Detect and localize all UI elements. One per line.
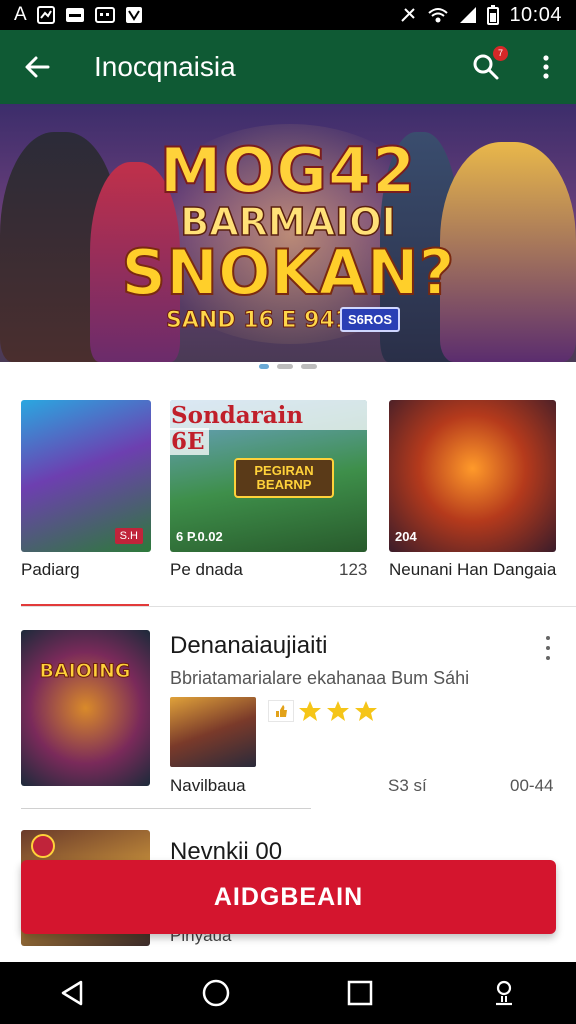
list-item-thumbnail[interactable]: BAIOING [21,630,150,786]
game-tile-label: Padiarg [21,560,80,579]
vibrate-icon [399,6,417,24]
list-item-size: S3 sí [388,776,427,795]
game-tile[interactable]: Sondarain 6E PEGIRAN BEARNP 6 P.0.02 [170,400,367,552]
tile-badge: S.H [114,528,143,544]
signal-icon [459,6,477,24]
overflow-menu-button[interactable] [516,30,576,104]
more-vert-icon [543,55,549,79]
search-button[interactable]: 7 [456,30,516,104]
hero-banner[interactable]: MOG42 BARMAIOI SNOKAN? SAND 16 E 9419 S6… [0,104,576,362]
game-tile-image: 204 [389,400,556,552]
star-icon [354,700,378,727]
calendar-icon [94,7,115,23]
star-icon [298,700,322,727]
clock: 10:04 [509,3,562,26]
game-tile-image: S.H [21,400,151,552]
list-item-category: Navilbaua [170,776,246,795]
message-icon [65,7,85,23]
list-item-title[interactable]: Denanaiaujiaiti [170,632,327,660]
nav-home-button[interactable] [176,962,256,1024]
game-tile[interactable]: S.H [21,400,151,552]
app-bar: Inocqnaisia 7 [0,30,576,104]
tile-corner-text: 204 [395,529,417,544]
game-tile-label: Pe dnada [170,560,243,579]
battery-icon [487,5,500,25]
tile-corner-text: 6 P.0.02 [176,529,223,544]
pager-dot[interactable] [301,364,317,369]
more-dot [546,636,550,640]
list-item-time: 00-44 [510,776,554,795]
tile-logo: PEGIRAN BEARNP [234,458,334,498]
tile-heading: Sondarain [170,400,367,430]
system-nav-bar [0,962,576,1024]
notification-badge: 7 [493,46,508,61]
check-icon [125,6,143,24]
circle-home-icon [202,979,230,1007]
pager-dot[interactable] [259,364,269,369]
rating-stars [268,700,378,727]
banner-badge: S6ROS [340,307,401,332]
banner-title-line3: SNOKAN? [120,235,455,310]
tile-heading-sub: 6E [170,428,209,455]
banner-pager [0,364,576,369]
divider [21,606,576,607]
arrow-left-icon [25,56,50,78]
primary-action-button[interactable]: AIDGBEAIN [21,860,556,934]
wifi-icon [427,6,449,24]
app-title: Inocqnaisia [94,51,236,82]
back-button[interactable] [0,30,74,104]
nav-assistant-button[interactable] [464,962,544,1024]
nav-recents-button[interactable] [320,962,400,1024]
thumb-icon [268,700,294,722]
square-recents-icon [347,980,373,1006]
person-icon [496,980,512,1006]
notification-icon [36,6,55,24]
banner-title-line1: MOG42 [159,133,417,208]
nav-back-button[interactable] [32,962,112,1024]
pager-dot[interactable] [277,364,293,369]
game-tile[interactable]: 204 [389,400,556,552]
list-item-preview-image[interactable] [170,697,256,767]
list-item-description: Bbriatamarialare ekahanaa Bum Sáhi [170,668,470,688]
list-item-more-button[interactable] [538,636,558,660]
banner-subtitle: SAND 16 E 9419 [165,308,366,334]
game-tile-image: Sondarain 6E PEGIRAN BEARNP 6 P.0.02 [170,400,367,552]
game-emblem-icon [31,834,55,858]
status-bar: A 10:04 [0,0,576,30]
star-icon [326,700,350,727]
status-text: A [14,4,27,25]
game-tile-label: Neunani Han Dangaia [389,560,557,579]
game-tile-count: 123 [339,560,368,579]
thumbnail-logo: BAIOING [39,660,131,683]
triangle-back-icon [61,980,83,1006]
divider [21,808,311,809]
